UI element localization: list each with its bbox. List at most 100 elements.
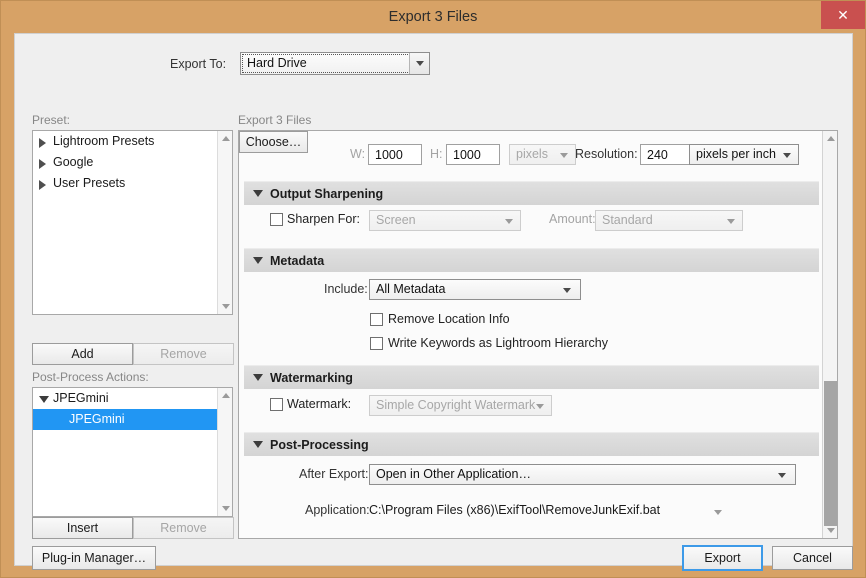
height-input[interactable] [446, 144, 500, 165]
section-title: Output Sharpening [270, 187, 383, 201]
scrollbar-thumb[interactable] [824, 381, 837, 526]
application-path-value: C:\Program Files (x86)\ExifTool\RemoveJu… [369, 503, 660, 517]
resolution-units-value: pixels per inch [696, 147, 776, 161]
include-label: Include: [324, 282, 368, 296]
export-to-label: Export To: [170, 57, 226, 71]
section-title: Watermarking [270, 371, 353, 385]
list-item-label: Google [53, 155, 93, 169]
watermark-dropdown: Simple Copyright Watermark [369, 395, 552, 416]
triangle-down-icon [253, 257, 263, 264]
section-metadata[interactable]: Metadata [244, 248, 819, 272]
triangle-right-icon [39, 159, 46, 169]
list-item-label: JPEGmini [69, 412, 125, 426]
list-item-label: User Presets [53, 176, 125, 190]
preset-label: Preset: [32, 113, 70, 127]
add-preset-button[interactable]: Add [32, 343, 133, 365]
list-item-label: Lightroom Presets [53, 134, 154, 148]
remove-location-info-label: Remove Location Info [388, 312, 510, 326]
amount-value: Standard [602, 213, 653, 227]
scroll-down-icon[interactable] [218, 501, 233, 516]
chevron-down-icon [563, 288, 571, 293]
write-keywords-checkbox[interactable] [370, 337, 383, 350]
remove-action-button: Remove [133, 517, 234, 539]
chevron-down-icon[interactable] [714, 510, 722, 515]
triangle-down-icon [253, 374, 263, 381]
sharpen-for-checkbox[interactable] [270, 213, 283, 226]
triangle-down-icon [253, 190, 263, 197]
export-dialog-window: Export 3 Files ✕ Export To: Hard Drive P… [0, 0, 866, 578]
scroll-down-icon[interactable] [218, 299, 233, 314]
application-label: Application: [305, 503, 370, 517]
plugin-manager-button[interactable]: Plug-in Manager… [32, 546, 156, 570]
remove-location-info-checkbox[interactable] [370, 313, 383, 326]
scroll-down-icon[interactable] [823, 523, 838, 538]
panel-content: W: H: pixels Resolution: pixels per inch [239, 131, 824, 538]
post-process-actions-label: Post-Process Actions: [32, 370, 149, 384]
chevron-down-icon [727, 219, 735, 224]
size-units-value: pixels [516, 147, 548, 161]
resolution-label: Resolution: [575, 147, 638, 161]
width-label: W: [350, 147, 365, 161]
include-dropdown[interactable]: All Metadata [369, 279, 581, 300]
list-item-selected[interactable]: JPEGmini [33, 409, 232, 430]
chevron-down-icon [409, 53, 429, 74]
list-item[interactable]: JPEGmini [33, 388, 232, 409]
chevron-down-icon [778, 473, 786, 478]
section-watermarking[interactable]: Watermarking [244, 365, 819, 389]
title-bar: Export 3 Files ✕ [1, 1, 865, 33]
chevron-down-icon [536, 404, 544, 409]
amount-label: Amount: [549, 212, 596, 226]
window-title: Export 3 Files [1, 1, 865, 33]
chevron-down-icon [783, 153, 791, 158]
triangle-down-icon [39, 396, 49, 403]
triangle-right-icon [39, 138, 46, 148]
preset-scrollbar[interactable] [217, 131, 232, 314]
export-button[interactable]: Export [682, 545, 763, 571]
insert-action-button[interactable]: Insert [32, 517, 133, 539]
resolution-input[interactable] [640, 144, 690, 165]
height-label: H: [430, 147, 443, 161]
triangle-right-icon [39, 180, 46, 190]
list-item[interactable]: User Presets [33, 173, 232, 194]
watermark-label: Watermark: [287, 397, 351, 411]
remove-preset-button: Remove [133, 343, 234, 365]
sharpen-for-value: Screen [376, 213, 416, 227]
export-settings-panel: W: H: pixels Resolution: pixels per inch [238, 130, 838, 539]
cancel-button[interactable]: Cancel [772, 546, 853, 570]
watermark-value: Simple Copyright Watermark [376, 398, 535, 412]
scroll-up-icon[interactable] [218, 388, 233, 403]
post-process-actions-tree[interactable]: JPEGmini JPEGmini [32, 387, 233, 517]
panel-caption: Export 3 Files [238, 113, 311, 127]
close-icon[interactable]: ✕ [821, 1, 865, 29]
post-process-scrollbar[interactable] [217, 388, 232, 516]
include-value: All Metadata [376, 282, 445, 296]
export-to-value: Hard Drive [247, 56, 307, 70]
sharpen-for-label: Sharpen For: [287, 212, 360, 226]
preset-tree[interactable]: Lightroom Presets Google User Presets [32, 130, 233, 315]
chevron-down-icon [505, 219, 513, 224]
watermark-checkbox[interactable] [270, 398, 283, 411]
panel-scrollbar[interactable] [822, 131, 837, 538]
export-to-dropdown[interactable]: Hard Drive [240, 52, 430, 75]
scroll-up-icon[interactable] [218, 131, 233, 146]
scroll-up-icon[interactable] [823, 131, 838, 146]
section-output-sharpening[interactable]: Output Sharpening [244, 181, 819, 205]
list-item-label: JPEGmini [53, 391, 109, 405]
triangle-down-icon [253, 441, 263, 448]
after-export-label: After Export: [299, 467, 368, 481]
dialog-client-area: Export To: Hard Drive Preset: Lightroom … [14, 33, 853, 566]
section-title: Metadata [270, 254, 324, 268]
chevron-down-icon [560, 153, 568, 158]
after-export-dropdown[interactable]: Open in Other Application… [369, 464, 796, 485]
size-units-dropdown: pixels [509, 144, 576, 165]
after-export-value: Open in Other Application… [376, 467, 531, 481]
section-post-processing[interactable]: Post-Processing [244, 432, 819, 456]
section-title: Post-Processing [270, 438, 369, 452]
list-item[interactable]: Google [33, 152, 232, 173]
sharpen-for-dropdown: Screen [369, 210, 521, 231]
choose-application-button[interactable]: Choose… [239, 131, 308, 153]
resolution-units-dropdown[interactable]: pixels per inch [689, 144, 799, 165]
width-input[interactable] [368, 144, 422, 165]
write-keywords-label: Write Keywords as Lightroom Hierarchy [388, 336, 608, 350]
list-item[interactable]: Lightroom Presets [33, 131, 232, 152]
